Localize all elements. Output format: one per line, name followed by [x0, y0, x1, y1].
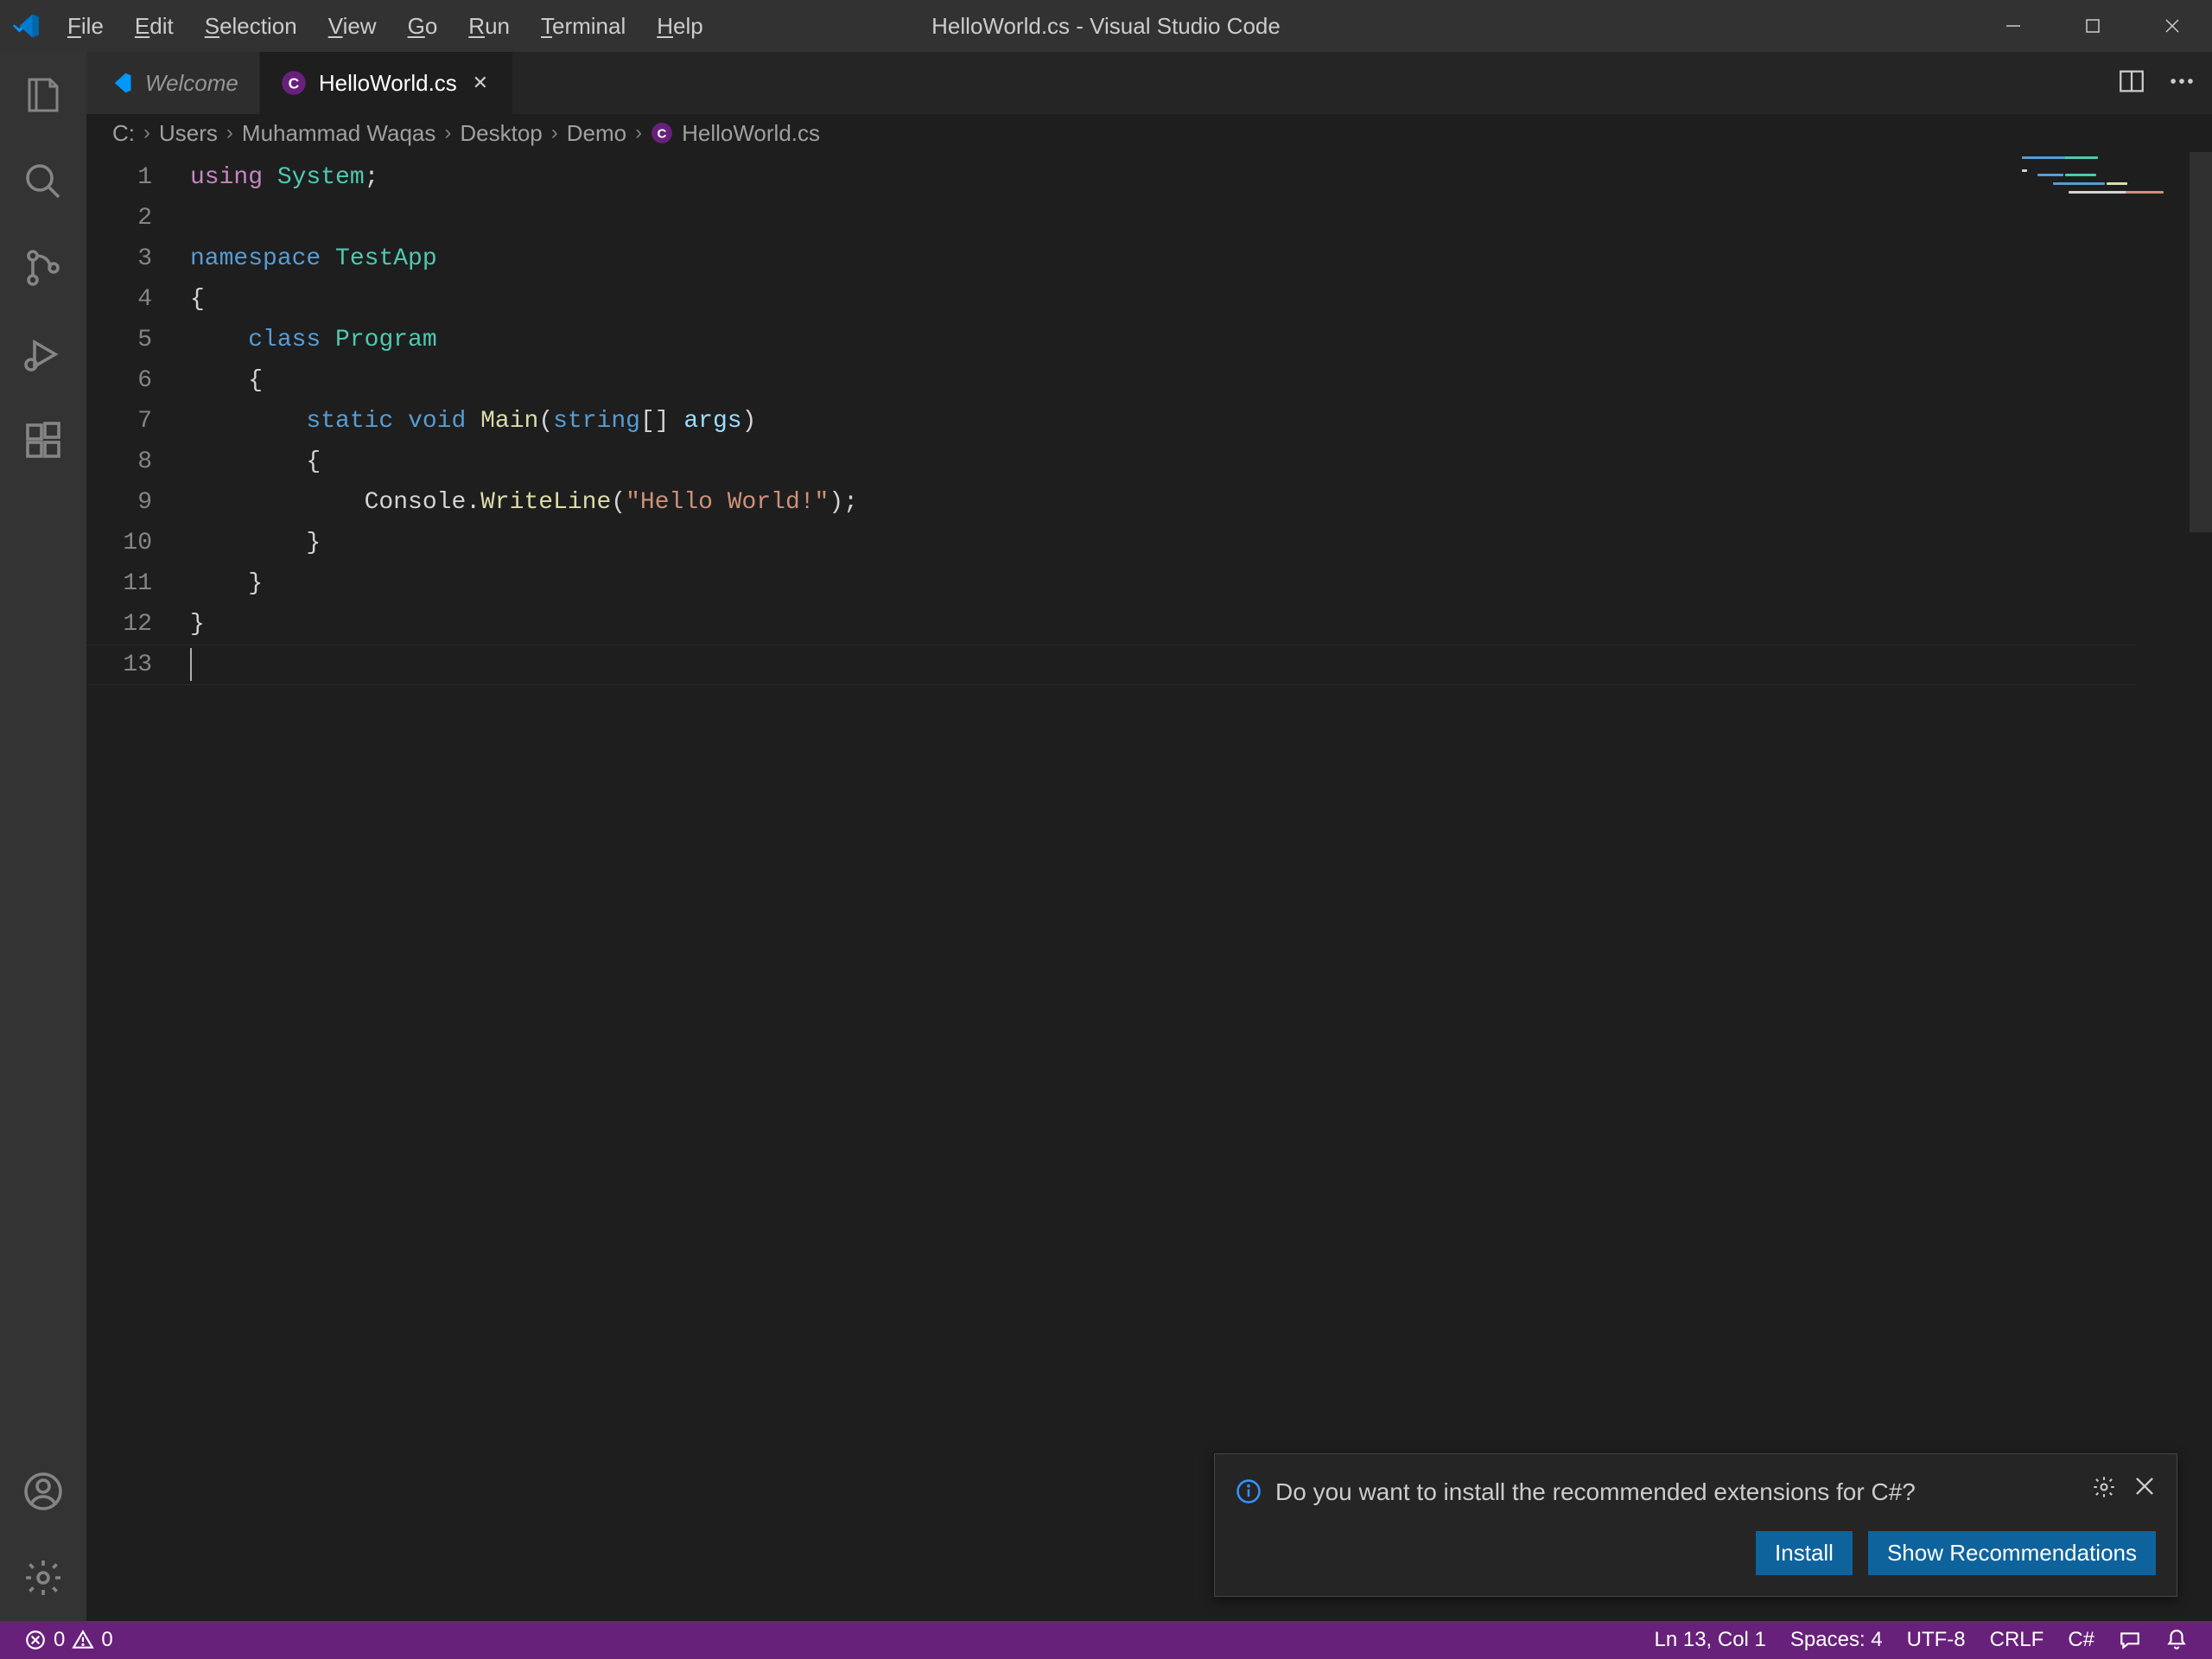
search-icon[interactable] [0, 138, 86, 225]
breadcrumb-segment[interactable]: HelloWorld.cs [682, 120, 820, 147]
breadcrumb-segment[interactable]: Demo [567, 120, 626, 147]
notification-message: Do you want to install the recommended e… [1275, 1475, 2078, 1509]
menu-selection[interactable]: Selection [189, 0, 313, 52]
extensions-icon[interactable] [0, 397, 86, 484]
more-actions-icon[interactable] [2167, 67, 2196, 100]
breadcrumb-segment[interactable]: Users [159, 120, 218, 147]
svg-text:C: C [289, 74, 300, 92]
breadcrumb-segment[interactable]: Muhammad Waqas [242, 120, 435, 147]
maximize-button[interactable] [2053, 0, 2133, 52]
csharp-file-icon: C [651, 122, 673, 144]
run-debug-icon[interactable] [0, 311, 86, 397]
vscode-logo-icon [107, 70, 133, 96]
menu-view[interactable]: View [313, 0, 392, 52]
menubar: File Edit Selection View Go Run Terminal… [52, 0, 719, 52]
settings-gear-icon[interactable] [0, 1535, 86, 1621]
menu-help[interactable]: Help [641, 0, 718, 52]
indentation-status[interactable]: Spaces: 4 [1778, 1621, 1895, 1659]
editor-area: Welcome C HelloWorld.cs ✕ C: › Users › M… [86, 52, 2212, 1621]
breadcrumbs[interactable]: C: › Users › Muhammad Waqas › Desktop › … [86, 114, 2212, 152]
warnings-count: 0 [101, 1628, 112, 1652]
titlebar: File Edit Selection View Go Run Terminal… [0, 0, 2212, 52]
menu-file[interactable]: File [52, 0, 119, 52]
chevron-right-icon: › [551, 121, 558, 145]
svg-text:C: C [658, 126, 667, 141]
feedback-icon[interactable] [2107, 1621, 2153, 1659]
breadcrumb-segment[interactable]: Desktop [460, 120, 542, 147]
install-button[interactable]: Install [1756, 1531, 1853, 1575]
code-content[interactable]: using System; namespace TestApp{ class P… [190, 152, 2212, 1621]
minimize-button[interactable] [1974, 0, 2053, 52]
breadcrumb-segment[interactable]: C: [112, 120, 135, 147]
overview-ruler[interactable] [2190, 152, 2212, 1621]
encoding-status[interactable]: UTF-8 [1895, 1621, 1978, 1659]
source-control-icon[interactable] [0, 225, 86, 311]
explorer-icon[interactable] [0, 52, 86, 138]
chevron-right-icon: › [635, 121, 642, 145]
window-controls [1974, 0, 2212, 52]
menu-terminal[interactable]: Terminal [525, 0, 641, 52]
split-editor-icon[interactable] [2117, 67, 2146, 100]
statusbar: 0 0 Ln 13, Col 1 Spaces: 4 UTF-8 CRLF C# [0, 1621, 2212, 1659]
eol-status[interactable]: CRLF [1978, 1621, 2056, 1659]
close-button[interactable] [2133, 0, 2212, 52]
activitybar [0, 52, 86, 1621]
tab-label: HelloWorld.cs [319, 70, 457, 97]
notification-toast: Do you want to install the recommended e… [1214, 1453, 2177, 1597]
window-title: HelloWorld.cs - Visual Studio Code [931, 13, 1281, 40]
show-recommendations-button[interactable]: Show Recommendations [1868, 1531, 2156, 1575]
info-icon [1236, 1478, 1262, 1510]
tab-welcome[interactable]: Welcome [86, 52, 260, 114]
scrollbar-slider[interactable] [2190, 152, 2212, 532]
tab-helloworld[interactable]: C HelloWorld.cs ✕ [260, 52, 513, 114]
menu-run[interactable]: Run [453, 0, 525, 52]
tab-label: Welcome [145, 70, 238, 97]
cursor-position[interactable]: Ln 13, Col 1 [1642, 1621, 1777, 1659]
code-editor[interactable]: 12345678910111213 using System; namespac… [86, 152, 2212, 1621]
close-icon[interactable]: ✕ [469, 72, 492, 94]
problems-status[interactable]: 0 0 [12, 1621, 125, 1659]
accounts-icon[interactable] [0, 1448, 86, 1535]
gear-icon[interactable] [2092, 1475, 2116, 1505]
menu-go[interactable]: Go [392, 0, 454, 52]
line-gutter: 12345678910111213 [86, 152, 190, 1621]
chevron-right-icon: › [444, 121, 451, 145]
errors-count: 0 [54, 1628, 65, 1652]
notifications-icon[interactable] [2153, 1621, 2200, 1659]
chevron-right-icon: › [226, 121, 233, 145]
tabs-bar: Welcome C HelloWorld.cs ✕ [86, 52, 2212, 114]
chevron-right-icon: › [143, 121, 150, 145]
csharp-file-icon: C [281, 70, 307, 96]
menu-edit[interactable]: Edit [119, 0, 189, 52]
close-icon[interactable] [2133, 1475, 2156, 1505]
language-status[interactable]: C# [2056, 1621, 2107, 1659]
vscode-logo-icon [0, 10, 52, 41]
